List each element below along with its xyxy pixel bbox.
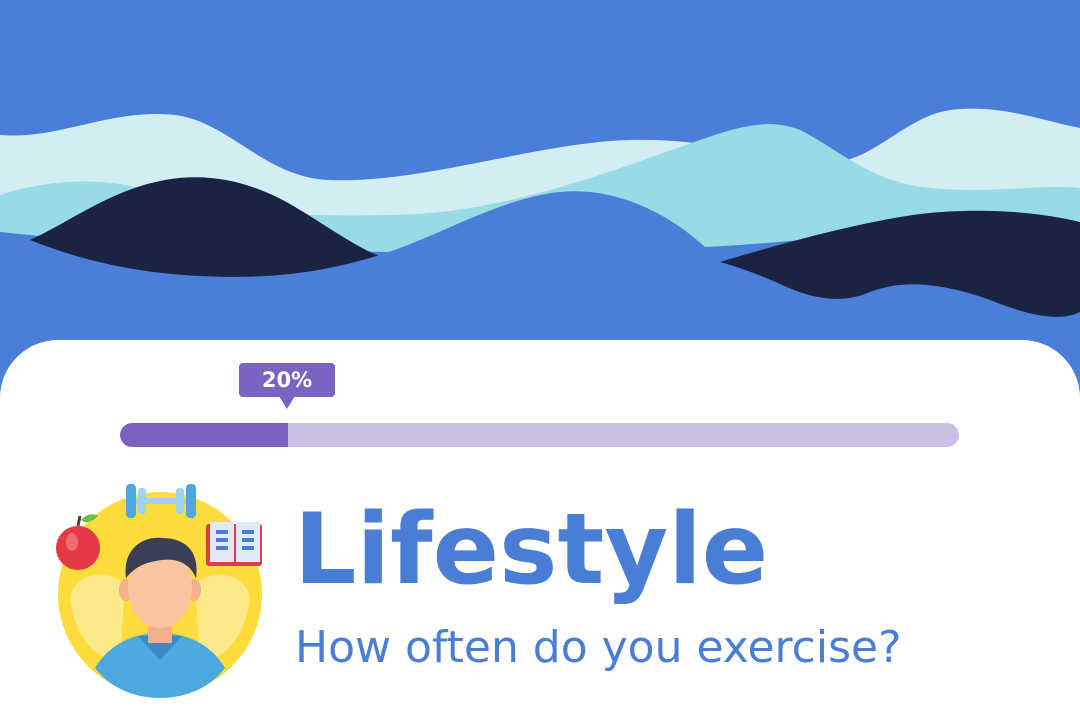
survey-page: 20% Lifestyle How often do you exercise?	[0, 0, 1080, 724]
progress-bar-fill	[120, 423, 288, 447]
progress-bar	[120, 423, 959, 447]
book-icon	[206, 522, 262, 566]
section-title: Lifestyle	[294, 493, 769, 607]
question-text: How often do you exercise?	[295, 622, 902, 673]
progress-percent-tooltip: 20%	[239, 363, 335, 409]
lifestyle-person-icon	[56, 484, 262, 698]
